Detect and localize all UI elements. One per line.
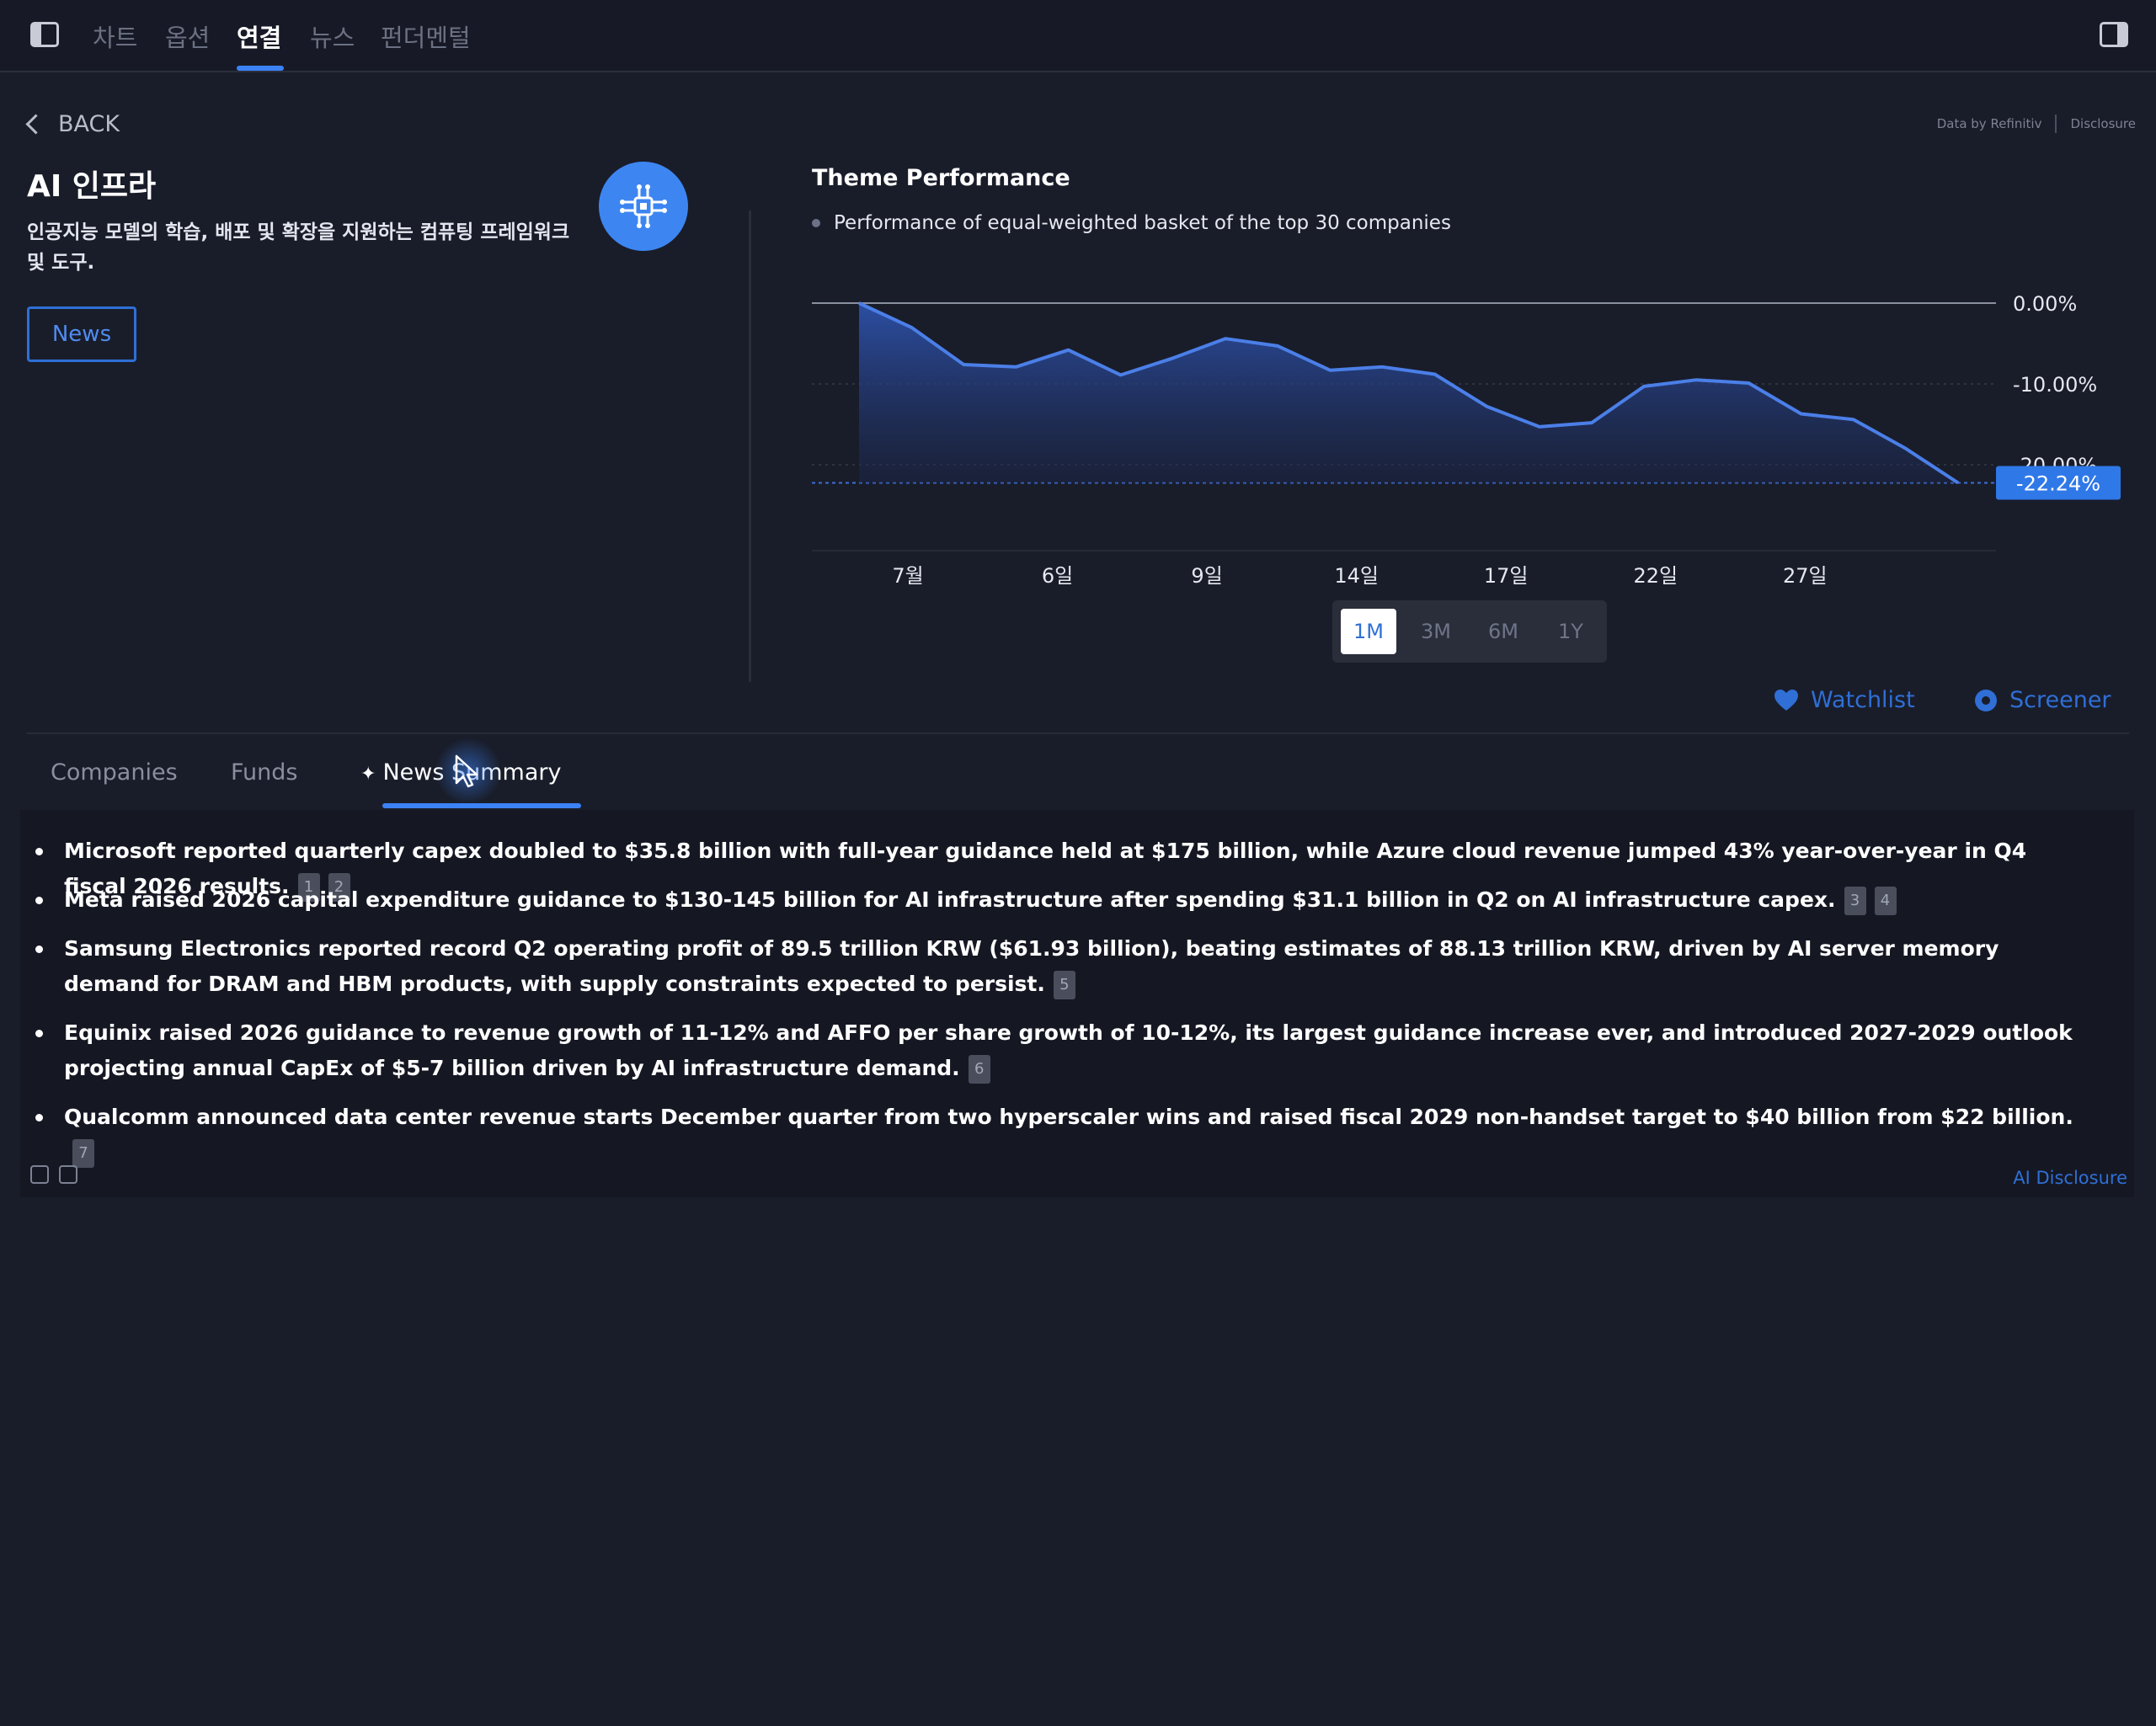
citation-badge[interactable]: 5 [1053,971,1075,999]
content-tabs: Companies Funds ✦ News Summary [27,732,2129,812]
data-source-link[interactable]: Data by Refinitiv [1937,116,2042,131]
citation-badge[interactable]: 3 [1844,887,1866,915]
x-tick-label: 7월 [892,564,923,588]
citation-badge[interactable]: 4 [1874,887,1897,915]
tab-funds[interactable]: Funds [231,759,297,786]
summary-text: Samsung Electronics reported record Q2 o… [64,936,1999,996]
screener-label: Screener [2009,687,2111,713]
summary-text: Equinix raised 2026 guidance to revenue … [64,1020,2073,1080]
ai-disclosure-link[interactable]: AI Disclosure [2013,1168,2127,1188]
disclosure-link[interactable]: Disclosure [2070,116,2136,131]
attribution: Data by Refinitiv Disclosure [1937,115,2136,133]
theme-title: AI 인프라 [27,169,157,204]
citation-badge[interactable]: 6 [968,1055,990,1084]
feedback-controls [30,1165,77,1184]
thumbs-up-icon[interactable] [30,1165,49,1184]
tab-chart[interactable]: 차트 [93,19,137,54]
x-tick-label: 6일 [1042,564,1073,588]
screener-icon [1975,689,1997,711]
watchlist-label: Watchlist [1811,687,1915,713]
y-tick-label: -10.00% [2013,373,2097,397]
range-selector: 1M 3M 6M 1Y [1332,600,1607,663]
tab-fundamentals[interactable]: 펀더멘털 [381,19,471,54]
theme-description: 인공지능 모델의 학습, 배포 및 확장을 지원하는 컴퓨팅 프레임워크 및 도… [27,221,570,274]
range-3m-button[interactable]: 3M [1408,609,1464,654]
chevron-left-icon [25,114,46,135]
news-summary-panel: Microsoft reported quarterly capex doubl… [20,810,2134,1197]
divider [2055,115,2057,133]
range-6m-button[interactable]: 6M [1476,609,1531,654]
range-1m-button[interactable]: 1M [1341,609,1396,654]
chart-legend: Performance of equal-weighted basket of … [812,212,1451,234]
tab-connections[interactable]: 연결 [237,19,281,54]
sparkle-icon: ✦ [360,764,376,785]
top-nav-bar: 차트 옵션 연결 뉴스 펀더멘털 [0,0,2156,72]
performance-chart: 0.00%-10.00%-20.00% 7월 6일 9일 14일 17일 22일 27일 -… [812,292,2121,588]
last-value-label: -22.24% [2016,472,2100,496]
range-1y-button[interactable]: 1Y [1543,609,1598,654]
news-button[interactable]: News [27,306,136,362]
summary-text: Meta raised 2026 capital expenditure gui… [64,887,1836,912]
y-tick-label: 0.00% [2013,292,2077,316]
heart-icon [1774,689,1798,711]
section-divider [749,210,751,682]
legend-label: Performance of equal-weighted basket of … [834,212,1451,234]
back-label: BACK [58,111,120,137]
last-value-badge: -22.24% [1996,466,2121,500]
tab-options[interactable]: 옵션 [165,19,210,54]
x-tick-label: 9일 [1191,564,1222,588]
watchlist-button[interactable]: Watchlist [1774,687,1915,713]
summary-item: Equinix raised 2026 guidance to revenue … [20,1015,2092,1086]
right-panel-toggle-icon[interactable] [2100,22,2128,47]
screener-button[interactable]: Screener [1974,687,2111,713]
mouse-cursor-icon [435,738,502,805]
network-chip-icon [599,162,688,251]
back-link[interactable]: BACK [25,111,120,137]
performance-area [859,303,1958,483]
chart-title: Theme Performance [812,165,1070,191]
x-tick-label: 27일 [1783,564,1828,588]
summary-item: Samsung Electronics reported record Q2 o… [20,931,2092,1002]
x-tick-label: 17일 [1484,564,1529,588]
sidebar-toggle-icon[interactable] [30,22,59,47]
legend-dot-icon [812,219,820,227]
summary-item: Qualcomm announced data center revenue s… [20,1100,2092,1170]
x-tick-label: 22일 [1633,564,1678,588]
citation-badge[interactable]: 7 [72,1139,94,1168]
summary-item: Meta raised 2026 capital expenditure gui… [20,882,2092,918]
active-tab-indicator [237,66,284,71]
tab-companies[interactable]: Companies [51,759,178,786]
x-tick-label: 14일 [1334,564,1379,588]
tab-news[interactable]: 뉴스 [310,19,355,54]
summary-text: Qualcomm announced data center revenue s… [64,1105,2073,1129]
thumbs-down-icon[interactable] [59,1165,77,1184]
